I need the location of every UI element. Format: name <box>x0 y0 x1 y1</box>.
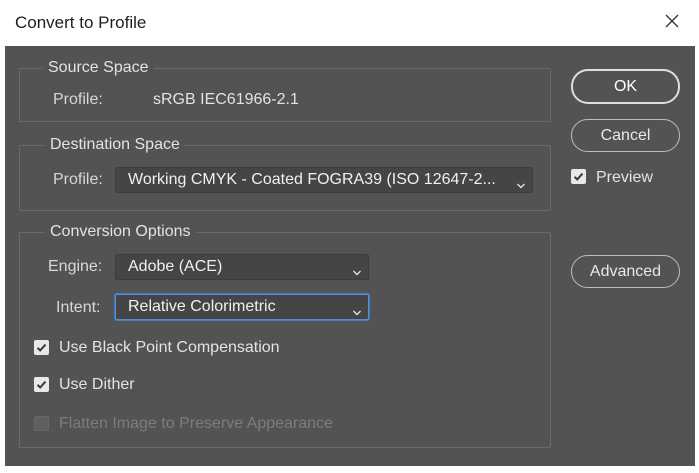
source-profile-value: sRGB IEC61966-2.1 <box>153 91 299 108</box>
destination-profile-value: Working CMYK - Coated FOGRA39 (ISO 12647… <box>128 171 496 188</box>
intent-value: Relative Colorimetric <box>128 298 276 315</box>
source-profile-label: Profile: <box>53 91 103 108</box>
engine-select[interactable]: Adobe (ACE) <box>115 254 369 280</box>
chevron-down-icon <box>352 302 362 316</box>
cancel-button[interactable]: Cancel <box>571 119 680 152</box>
close-icon[interactable] <box>659 8 685 34</box>
check-icon <box>36 343 47 352</box>
title-bar: Convert to Profile <box>0 0 699 46</box>
dialog-body: Source Space Profile: sRGB IEC61966-2.1 … <box>5 46 695 466</box>
destination-profile-label: Profile: <box>53 171 103 188</box>
chevron-down-icon <box>516 175 526 189</box>
engine-label: Engine: <box>48 258 103 275</box>
dither-label[interactable]: Use Dither <box>59 375 135 395</box>
black-point-checkbox[interactable] <box>34 340 49 355</box>
check-icon <box>573 172 584 181</box>
black-point-label[interactable]: Use Black Point Compensation <box>59 338 280 358</box>
convert-to-profile-dialog: Convert to Profile Source Space Profile:… <box>0 0 699 473</box>
destination-space-legend: Destination Space <box>45 135 185 155</box>
intent-label: Intent: <box>56 299 101 316</box>
ok-button[interactable]: OK <box>571 69 680 104</box>
engine-value: Adobe (ACE) <box>128 258 223 275</box>
destination-profile-select[interactable]: Working CMYK - Coated FOGRA39 (ISO 12647… <box>115 167 533 193</box>
preview-checkbox[interactable] <box>571 169 586 184</box>
check-icon <box>36 380 47 389</box>
conversion-options-legend: Conversion Options <box>45 222 196 242</box>
window-title: Convert to Profile <box>15 13 147 32</box>
preview-label[interactable]: Preview <box>596 168 653 188</box>
dither-checkbox[interactable] <box>34 377 49 392</box>
source-space-legend: Source Space <box>43 58 154 78</box>
chevron-down-icon <box>352 262 362 276</box>
advanced-button[interactable]: Advanced <box>571 255 680 288</box>
flatten-label: Flatten Image to Preserve Appearance <box>59 415 333 432</box>
flatten-checkbox <box>34 416 49 431</box>
intent-select[interactable]: Relative Colorimetric <box>115 294 369 320</box>
